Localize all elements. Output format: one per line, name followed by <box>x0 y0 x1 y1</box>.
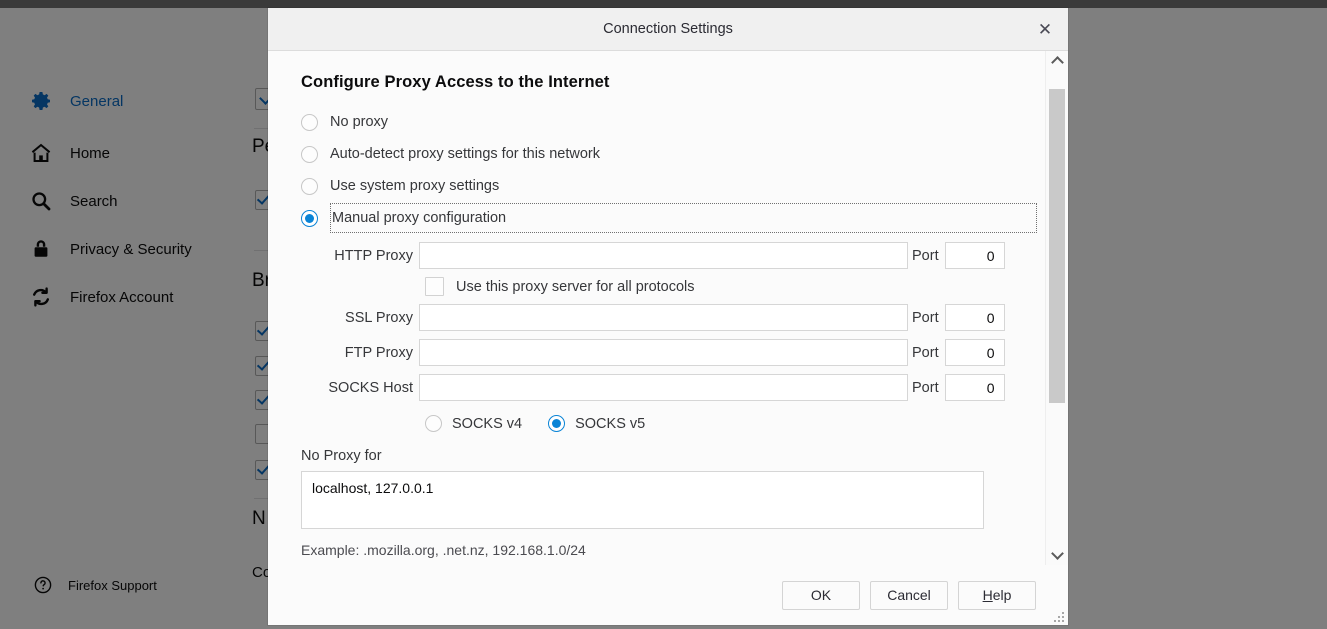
radio-icon[interactable] <box>301 177 318 195</box>
http-proxy-label: HTTP Proxy <box>334 247 413 264</box>
dialog-scroll-pane: Configure Proxy Access to the Internet N… <box>268 51 1046 565</box>
scroll-up-arrow-icon[interactable] <box>1046 51 1068 71</box>
socks-v5-label: SOCKS v5 <box>575 415 646 432</box>
proxy-mode-label: Auto-detect proxy settings for this netw… <box>330 146 600 162</box>
socks-host-input[interactable] <box>419 374 908 401</box>
socks-host-row: SOCKS Host Port <box>301 374 1046 401</box>
http-port-input[interactable] <box>944 242 1005 269</box>
proxy-mode-auto-detect[interactable]: Auto-detect proxy settings for this netw… <box>301 138 1046 170</box>
socks-version-row: SOCKS v4 SOCKS v5 <box>301 415 1046 432</box>
ssl-proxy-row: SSL Proxy Port <box>301 304 1046 331</box>
scrollbar-thumb[interactable] <box>1049 89 1065 403</box>
proxy-mode-label: Manual proxy configuration <box>332 210 507 226</box>
help-accesskey: H <box>982 587 993 603</box>
window-top-strip <box>0 0 1327 8</box>
proxy-mode-label: No proxy <box>330 114 389 130</box>
help-button[interactable]: Help <box>958 580 1036 610</box>
no-proxy-for-textarea[interactable] <box>301 471 984 529</box>
dialog-titlebar: Connection Settings ✕ <box>268 8 1068 51</box>
help-label-rest: elp <box>992 587 1012 603</box>
radio-icon[interactable] <box>301 113 318 131</box>
socks-host-label: SOCKS Host <box>328 379 413 396</box>
proxy-mode-no-proxy[interactable]: No proxy <box>301 106 1046 138</box>
ftp-port-input[interactable] <box>944 339 1005 366</box>
page-title: Configure Proxy Access to the Internet <box>301 73 610 91</box>
vertical-scrollbar[interactable] <box>1045 51 1068 565</box>
radio-icon[interactable] <box>548 415 566 432</box>
no-proxy-for-label: No Proxy for <box>301 448 382 464</box>
http-port-label: Port <box>912 247 939 264</box>
close-icon[interactable]: ✕ <box>1028 12 1062 46</box>
screen: General Home <box>0 0 1327 629</box>
use-for-all-protocols-row[interactable]: Use this proxy server for all protocols <box>301 277 1046 296</box>
proxy-mode-manual[interactable]: Manual proxy configuration <box>301 202 1046 234</box>
ok-button[interactable]: OK <box>782 580 860 610</box>
scroll-down-arrow-icon[interactable] <box>1046 545 1068 565</box>
socks-v5-option[interactable]: SOCKS v5 <box>548 415 645 432</box>
ftp-proxy-input[interactable] <box>419 339 908 366</box>
resize-grip-icon[interactable] <box>1053 611 1064 622</box>
dialog-footer: OK Cancel Help <box>268 565 1068 625</box>
ssl-port-label: Port <box>912 309 939 326</box>
scrollbar-track[interactable] <box>1046 71 1068 545</box>
ftp-port-label: Port <box>912 344 939 361</box>
socks-port-label: Port <box>912 379 939 396</box>
checkbox-icon[interactable] <box>425 277 444 296</box>
ssl-proxy-label: SSL Proxy <box>345 309 413 326</box>
socks-v4-label: SOCKS v4 <box>452 415 523 432</box>
cancel-button[interactable]: Cancel <box>870 580 948 610</box>
dialog-title: Connection Settings <box>603 21 733 37</box>
socks-port-input[interactable] <box>944 374 1005 401</box>
ssl-port-input[interactable] <box>944 304 1005 331</box>
radio-icon[interactable] <box>425 415 442 432</box>
ftp-proxy-label: FTP Proxy <box>344 344 413 361</box>
radio-icon[interactable] <box>301 145 318 163</box>
proxy-mode-label: Use system proxy settings <box>330 178 500 194</box>
use-for-all-protocols-label: Use this proxy server for all protocols <box>456 278 695 295</box>
http-proxy-row: HTTP Proxy Port <box>301 242 1046 269</box>
connection-settings-dialog: Connection Settings ✕ Configure Proxy Ac… <box>268 8 1068 625</box>
dialog-scroll-content: Configure Proxy Access to the Internet N… <box>268 51 1046 565</box>
socks-v4-option[interactable]: SOCKS v4 <box>425 415 522 432</box>
ftp-proxy-row: FTP Proxy Port <box>301 339 1046 366</box>
radio-icon[interactable] <box>301 209 318 227</box>
ssl-proxy-input[interactable] <box>419 304 908 331</box>
no-proxy-example-text: Example: .mozilla.org, .net.nz, 192.168.… <box>301 542 586 558</box>
proxy-mode-system[interactable]: Use system proxy settings <box>301 170 1046 202</box>
http-proxy-input[interactable] <box>419 242 908 269</box>
dialog-body: Configure Proxy Access to the Internet N… <box>268 51 1068 565</box>
